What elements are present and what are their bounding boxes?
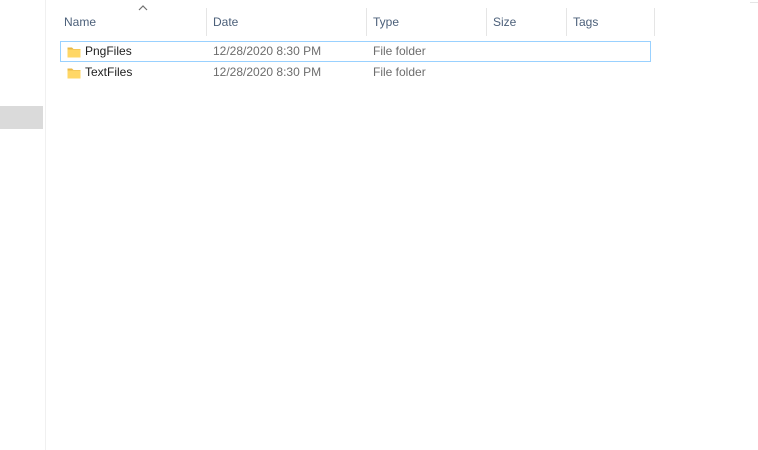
- column-header-size[interactable]: Size: [487, 8, 567, 36]
- file-row[interactable]: TextFiles 12/28/2020 8:30 PM File folder: [60, 62, 651, 83]
- column-header-size-label: Size: [493, 15, 517, 29]
- file-date: 12/28/2020 8:30 PM: [213, 44, 322, 58]
- file-name: TextFiles: [85, 65, 133, 79]
- column-header-type[interactable]: Type: [367, 8, 487, 36]
- file-type: File folder: [373, 44, 426, 58]
- file-type: File folder: [373, 65, 426, 79]
- divider: [750, 2, 758, 3]
- column-header-date[interactable]: Date: [207, 8, 367, 36]
- file-name: PngFiles: [85, 44, 132, 58]
- file-explorer-window: Name Date Type Size Tags PngFiles 12/28/…: [0, 0, 758, 450]
- sort-ascending-icon: [138, 5, 148, 11]
- folder-icon: [67, 68, 81, 79]
- file-date: 12/28/2020 8:30 PM: [213, 65, 322, 79]
- column-header-tags-label: Tags: [573, 15, 599, 29]
- column-header-date-label: Date: [213, 15, 239, 29]
- file-list-pane[interactable]: Name Date Type Size Tags PngFiles 12/28/…: [47, 0, 758, 450]
- column-header-type-label: Type: [373, 15, 400, 29]
- column-header-name-label: Name: [64, 15, 97, 29]
- file-row[interactable]: PngFiles 12/28/2020 8:30 PM File folder: [60, 41, 651, 62]
- navigation-pane-selected-item[interactable]: [0, 106, 43, 129]
- column-header-tags[interactable]: Tags: [567, 8, 655, 36]
- column-header-name[interactable]: Name: [58, 5, 207, 36]
- navigation-pane[interactable]: [0, 0, 46, 450]
- column-header-row: Name Date Type Size Tags: [47, 5, 657, 36]
- folder-icon: [67, 47, 81, 58]
